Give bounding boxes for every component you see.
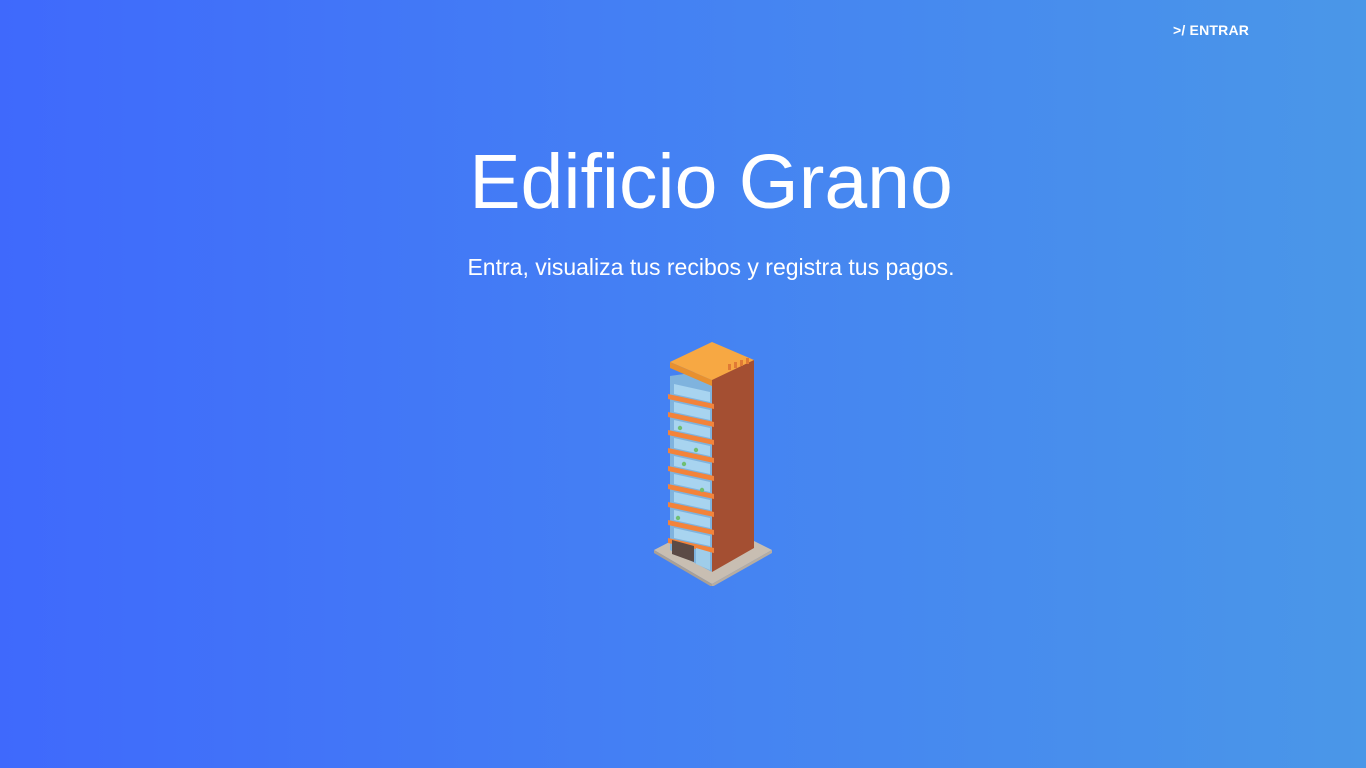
building-side-wall (712, 360, 754, 572)
login-link[interactable]: >/ ENTRAR (1173, 22, 1249, 38)
page-subtitle: Entra, visualiza tus recibos y registra … (467, 254, 955, 280)
building-illustration-icon (654, 342, 772, 586)
page-title: Edificio Grano (469, 139, 953, 225)
